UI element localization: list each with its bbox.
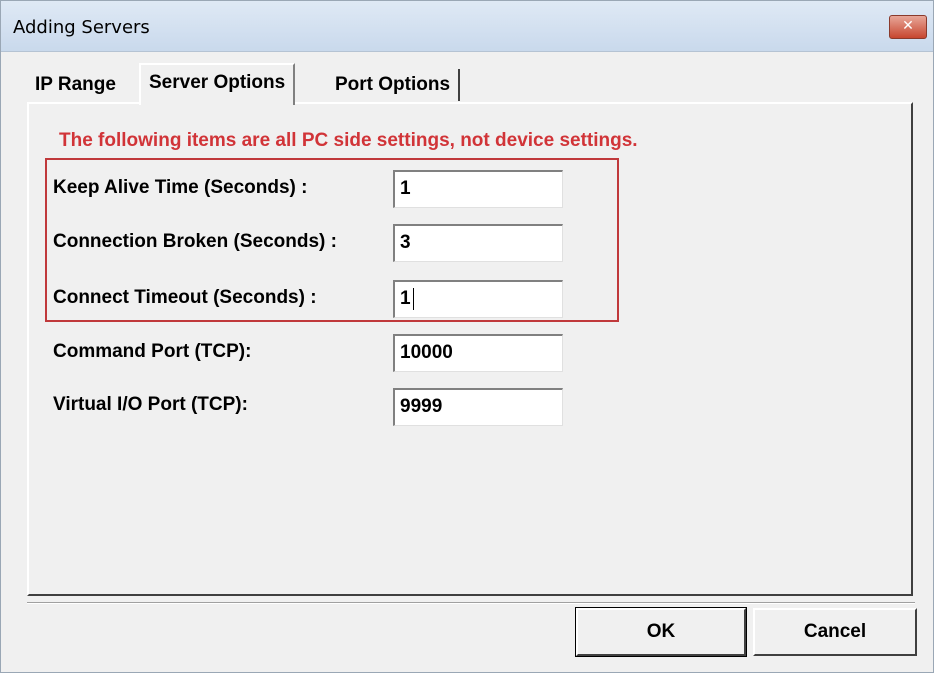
text-cursor [412,287,414,310]
virtual-io-port-input[interactable]: 9999 [393,388,563,426]
server-options-panel: The following items are all PC side sett… [27,102,913,596]
virtual-io-port-value: 9999 [400,396,443,417]
connection-broken-label: Connection Broken (Seconds) : [53,231,337,252]
keep-alive-time-input[interactable]: 1 [393,170,563,208]
command-port-value: 10000 [400,342,453,363]
connection-broken-input[interactable]: 3 [393,224,563,262]
pc-side-settings-notice: The following items are all PC side sett… [59,130,638,151]
connect-timeout-value: 1 [400,288,411,309]
window-title: Adding Servers [13,17,150,38]
close-icon: ✕ [902,18,914,34]
connect-timeout-label: Connect Timeout (Seconds) : [53,287,317,308]
divider [27,602,915,604]
title-bar[interactable]: Adding Servers ✕ [1,1,933,52]
tab-server-options[interactable]: Server Options [139,63,296,105]
connect-timeout-input[interactable]: 1 [393,280,563,318]
close-button[interactable]: ✕ [889,15,927,39]
connection-broken-value: 3 [400,232,411,253]
adding-servers-dialog: Adding Servers ✕ IP Range Server Options… [0,0,934,673]
keep-alive-time-label: Keep Alive Time (Seconds) : [53,177,308,198]
virtual-io-port-label: Virtual I/O Port (TCP): [53,394,248,415]
tab-port-options[interactable]: Port Options [327,69,461,101]
ok-button[interactable]: OK [575,607,747,657]
command-port-input[interactable]: 10000 [393,334,563,372]
tab-ip-range[interactable]: IP Range [27,69,124,101]
command-port-label: Command Port (TCP): [53,341,252,362]
keep-alive-time-value: 1 [400,178,411,199]
cancel-button[interactable]: Cancel [753,608,917,656]
